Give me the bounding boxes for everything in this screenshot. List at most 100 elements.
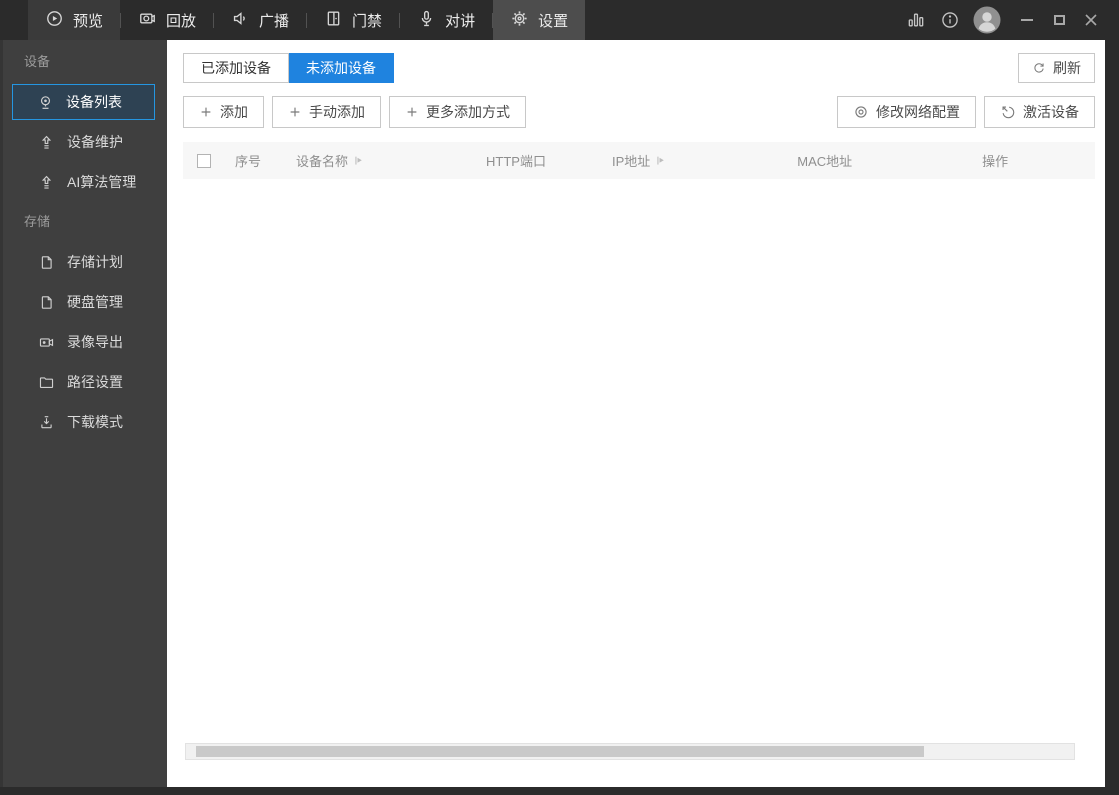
horizontal-scrollbar-thumb[interactable] — [196, 746, 925, 757]
sidebar-item-storage-plan[interactable]: 存储计划 — [0, 242, 167, 282]
nav-tab-access-control[interactable]: 门禁 — [307, 0, 399, 40]
nav-tab-playback[interactable]: 回放 — [121, 0, 213, 40]
column-label: 设备名称 — [296, 154, 349, 169]
select-all-checkbox[interactable] — [197, 153, 211, 168]
settings-sidebar: 设备 设备列表 设备维护 AI算法管理 存储 存储计划 硬盘管理 录像导出 路径… — [0, 40, 167, 787]
stats-icon[interactable] — [899, 10, 933, 30]
device-table-header: 序号 设备名称 HTTP端口 IP地址 MAC地址 操作 — [183, 142, 1095, 179]
activate-device-button[interactable]: 激活设备 — [984, 96, 1095, 128]
nav-tab-label: 设置 — [538, 12, 569, 30]
nav-tab-label: 预览 — [73, 12, 104, 30]
storage-card-icon — [41, 295, 52, 309]
button-label: 激活设备 — [1023, 104, 1079, 120]
maximize-button[interactable] — [1043, 0, 1075, 40]
actions-row: 添加 手动添加 更多添加方式 修改网络配置 激活设备 — [183, 96, 1095, 128]
sidebar-item-label: 录像导出 — [67, 334, 123, 350]
sidebar-item-label: 设备维护 — [67, 134, 123, 150]
sidebar-item-label: AI算法管理 — [67, 174, 137, 190]
storage-card-icon — [41, 255, 52, 269]
sidebar-item-label: 硬盘管理 — [67, 294, 123, 310]
door-icon — [324, 9, 343, 32]
nav-tab-label: 回放 — [166, 12, 197, 30]
column-header-mac-address: MAC地址 — [797, 151, 852, 170]
maximize-icon — [1053, 15, 1065, 25]
button-label: 修改网络配置 — [876, 104, 960, 120]
button-label: 更多添加方式 — [426, 104, 510, 120]
column-header-http-port: HTTP端口 — [486, 151, 546, 170]
minimize-button[interactable] — [1011, 0, 1043, 40]
tab-label: 已添加设备 — [201, 60, 271, 76]
refresh-label: 刷新 — [1053, 60, 1081, 76]
upgrade-arrow-icon — [41, 175, 52, 189]
sidebar-item-path-settings[interactable]: 路径设置 — [0, 362, 167, 402]
app-window: 预览 回放 广播 门禁 对讲 设置 设备 设备列表 设备维护 AI算法管理 存储… — [0, 0, 1119, 795]
sidebar-item-download-mode[interactable]: 下载模式 — [0, 402, 167, 442]
info-icon[interactable] — [933, 10, 967, 30]
upgrade-arrow-icon — [41, 135, 52, 149]
tabs-row: 已添加设备 未添加设备 刷新 — [183, 53, 1095, 83]
column-header-ip-address: IP地址 — [612, 151, 666, 170]
sidebar-item-device-maintenance[interactable]: 设备维护 — [0, 122, 167, 162]
sidebar-item-hdd-management[interactable]: 硬盘管理 — [0, 282, 167, 322]
refresh-button[interactable]: 刷新 — [1018, 53, 1095, 83]
window-body: 设备 设备列表 设备维护 AI算法管理 存储 存储计划 硬盘管理 录像导出 路径… — [0, 40, 1119, 787]
column-label: IP地址 — [611, 154, 651, 169]
sidebar-item-device-list[interactable]: 设备列表 — [12, 84, 155, 120]
sidebar-item-ai-algorithm[interactable]: AI算法管理 — [0, 162, 167, 202]
top-navigation-bar: 预览 回放 广播 门禁 对讲 设置 — [0, 0, 1119, 40]
sidebar-section-storage: 存储 — [24, 214, 51, 229]
play-circle-icon — [45, 9, 64, 32]
tab-unadded-devices[interactable]: 未添加设备 — [289, 53, 394, 83]
activate-arrow-icon — [1002, 106, 1015, 119]
plus-icon — [290, 107, 300, 117]
tab-label: 未添加设备 — [306, 60, 376, 76]
plus-icon — [201, 107, 211, 117]
bullseye-icon — [855, 106, 867, 118]
column-header-seq: 序号 — [235, 151, 261, 170]
button-label: 添加 — [220, 104, 248, 120]
sidebar-item-label: 下载模式 — [67, 414, 123, 430]
column-header-device-name: 设备名称 — [296, 151, 364, 170]
avatar[interactable] — [973, 6, 1001, 34]
sidebar-item-label: 设备列表 — [66, 94, 122, 110]
button-label: 手动添加 — [309, 104, 365, 120]
nav-tab-settings[interactable]: 设置 — [493, 0, 586, 40]
microphone-icon — [417, 9, 436, 32]
minimize-icon — [1021, 19, 1033, 21]
nav-tab-intercom[interactable]: 对讲 — [400, 0, 492, 40]
sidebar-item-label: 路径设置 — [67, 374, 123, 390]
webcam-icon — [40, 95, 51, 109]
column-label: MAC地址 — [797, 154, 853, 169]
plus-icon — [407, 107, 417, 117]
device-table-body — [183, 179, 1095, 787]
more-add-methods-button[interactable]: 更多添加方式 — [389, 96, 526, 128]
refresh-icon — [1034, 63, 1044, 73]
horizontal-scrollbar[interactable] — [185, 743, 1075, 760]
column-label: HTTP端口 — [486, 154, 546, 169]
speaker-icon — [231, 9, 250, 32]
column-label: 序号 — [235, 154, 262, 169]
nav-tab-preview[interactable]: 预览 — [28, 0, 121, 40]
close-icon — [1085, 14, 1097, 26]
sort-icon[interactable] — [655, 155, 666, 166]
tab-added-devices[interactable]: 已添加设备 — [183, 53, 289, 83]
sort-icon[interactable] — [353, 155, 364, 166]
nav-tab-label: 广播 — [259, 12, 290, 30]
nav-tab-broadcast[interactable]: 广播 — [214, 0, 306, 40]
folder-icon — [39, 376, 54, 388]
modify-network-config-button[interactable]: 修改网络配置 — [837, 96, 976, 128]
add-button[interactable]: 添加 — [183, 96, 264, 128]
close-button[interactable] — [1075, 0, 1107, 40]
sidebar-item-video-export[interactable]: 录像导出 — [0, 322, 167, 362]
playback-camera-icon — [138, 9, 157, 32]
actions-right: 修改网络配置 激活设备 — [837, 96, 1095, 128]
sidebar-section-device: 设备 — [24, 54, 51, 69]
sidebar-item-label: 存储计划 — [67, 254, 123, 270]
gear-icon — [510, 9, 529, 32]
column-label: 操作 — [982, 154, 1009, 169]
nav-tab-label: 门禁 — [352, 12, 383, 30]
nav-tab-label: 对讲 — [445, 12, 476, 30]
column-header-operation: 操作 — [982, 151, 1008, 170]
manual-add-button[interactable]: 手动添加 — [272, 96, 381, 128]
device-management-panel: 已添加设备 未添加设备 刷新 添加 手动添加 更多添加方式 修改网络配置 激活设… — [167, 40, 1105, 787]
